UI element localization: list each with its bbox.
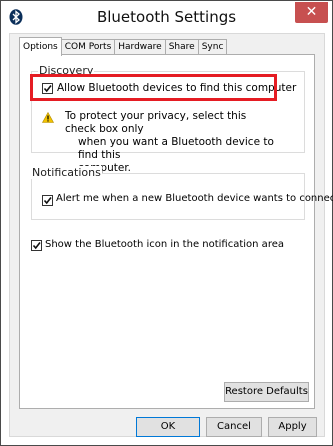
- close-button[interactable]: ✕: [295, 2, 328, 23]
- notifications-group: Notifications Alert me when a new Blueto…: [31, 166, 333, 220]
- tab-com-ports[interactable]: COM Ports: [60, 39, 116, 55]
- apply-button[interactable]: Apply: [268, 417, 317, 437]
- notifications-legend: Notifications: [31, 166, 102, 179]
- alert-new-device-label[interactable]: Alert me when a new Bluetooth device wan…: [56, 193, 333, 204]
- tab-strip: Options COM Ports Hardware Share Sync: [19, 36, 228, 56]
- restore-defaults-button[interactable]: Restore Defaults: [224, 382, 309, 402]
- warning-line: To protect your privacy, select this che…: [65, 110, 247, 135]
- tab-sync[interactable]: Sync: [197, 39, 228, 55]
- close-icon: ✕: [305, 4, 318, 20]
- show-tray-icon-checkbox[interactable]: [31, 240, 42, 251]
- warning-line: when you want a Bluetooth device to find…: [78, 136, 274, 161]
- cancel-button[interactable]: Cancel: [206, 417, 262, 437]
- tab-options[interactable]: Options: [19, 37, 62, 56]
- tab-hardware[interactable]: Hardware: [114, 39, 166, 55]
- window-title: Bluetooth Settings: [96, 8, 237, 26]
- options-panel: Discovery Allow Bluetooth devices to fin…: [19, 54, 333, 409]
- bluetooth-settings-window: Bluetooth Settings ✕ Options COM Ports H…: [0, 0, 333, 446]
- tab-share[interactable]: Share: [164, 39, 199, 55]
- warning-icon: [42, 112, 54, 123]
- ok-button[interactable]: OK: [136, 417, 200, 437]
- highlight-box: [30, 74, 277, 101]
- show-tray-icon-label[interactable]: Show the Bluetooth icon in the notificat…: [45, 239, 284, 250]
- title-bar[interactable]: Bluetooth Settings ✕: [1, 1, 332, 33]
- alert-new-device-checkbox[interactable]: [42, 195, 53, 206]
